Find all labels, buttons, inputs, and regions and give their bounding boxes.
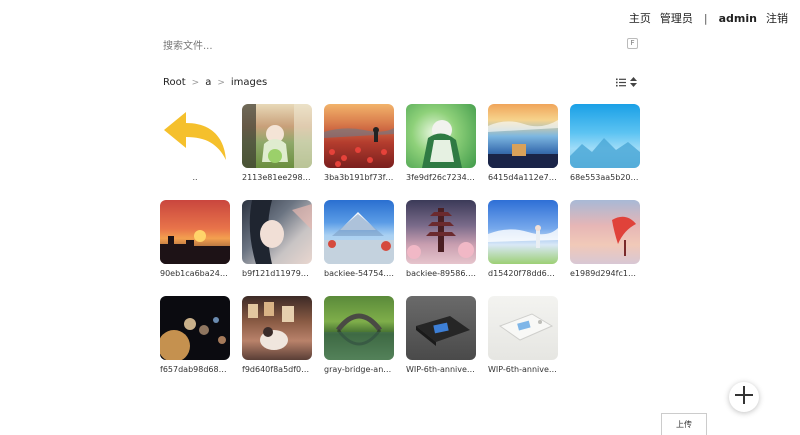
file-item-parent[interactable]: .. (160, 104, 230, 182)
list-icon[interactable] (616, 78, 626, 87)
breadcrumb-root[interactable]: Root (163, 77, 186, 88)
image-thumbnail (242, 296, 312, 360)
nav-separator: | (703, 11, 708, 25)
nav-home-link[interactable]: 主页 (629, 10, 651, 26)
file-item[interactable]: gray-bridge-and-t... (324, 296, 394, 374)
image-thumbnail (570, 104, 640, 168)
file-name: 90eb1ca6ba248e... (160, 269, 230, 278)
image-thumbnail (406, 200, 476, 264)
breadcrumb-separator: > (191, 77, 200, 88)
file-name: d15420f78dd664... (488, 269, 558, 278)
file-item[interactable]: b9f121d119793d8... (242, 200, 312, 278)
image-thumbnail (242, 200, 312, 264)
file-name: 2113e81ee298e7... (242, 173, 312, 182)
view-tools (616, 77, 637, 87)
upload-button[interactable]: 上传 (661, 413, 707, 435)
file-name: 3fe9df26c72345a... (406, 173, 476, 182)
nav-admin-link[interactable]: 管理员 (660, 10, 693, 26)
image-thumbnail (488, 200, 558, 264)
file-name: gray-bridge-and-t... (324, 365, 394, 374)
image-thumbnail (570, 200, 640, 264)
plus-icon (734, 385, 754, 409)
file-item[interactable]: WIP-6th-annivers... (488, 296, 558, 374)
nav-username: admin (718, 11, 757, 25)
file-item[interactable]: 68e553aa5b2087... (570, 104, 640, 182)
file-item[interactable]: f9d640f8a5df0a4... (242, 296, 312, 374)
image-thumbnail (324, 296, 394, 360)
file-name: 68e553aa5b2087... (570, 173, 640, 182)
image-thumbnail (488, 296, 558, 360)
file-item[interactable]: 90eb1ca6ba248e... (160, 200, 230, 278)
file-name: b9f121d119793d8... (242, 269, 312, 278)
file-name: f9d640f8a5df0a4... (242, 365, 312, 374)
breadcrumb-separator: > (217, 77, 225, 88)
file-name: WIP-6th-annivers... (488, 365, 558, 374)
file-item[interactable]: WIP-6th-annivers... (406, 296, 476, 374)
add-button[interactable] (729, 382, 759, 412)
breadcrumb-images[interactable]: images (231, 77, 267, 88)
search-shortcut-key: F (627, 38, 638, 49)
image-thumbnail (160, 296, 230, 360)
file-item[interactable]: d15420f78dd664... (488, 200, 558, 278)
image-thumbnail (324, 200, 394, 264)
file-name: backiee-54754.jpg (324, 269, 394, 278)
image-thumbnail (406, 104, 476, 168)
breadcrumb-a[interactable]: a (205, 77, 211, 88)
file-name: WIP-6th-annivers... (406, 365, 476, 374)
top-nav: 主页 管理员 | admin 注销 (620, 10, 788, 26)
file-item[interactable]: f657dab98d6885... (160, 296, 230, 374)
image-thumbnail (324, 104, 394, 168)
file-item[interactable]: e1989d294fc19e... (570, 200, 640, 278)
file-item[interactable]: 6415d4a112e764... (488, 104, 558, 182)
image-thumbnail (242, 104, 312, 168)
file-name: 3ba3b191bf73fda... (324, 173, 394, 182)
back-arrow-icon (160, 104, 230, 168)
nav-logout-link[interactable]: 注销 (766, 10, 788, 26)
image-thumbnail (406, 296, 476, 360)
file-name: .. (192, 173, 198, 182)
breadcrumb: Root > a > images (163, 77, 267, 88)
sort-icon[interactable] (630, 77, 637, 87)
file-item[interactable]: backiee-89586.jpg (406, 200, 476, 278)
file-name: 6415d4a112e764... (488, 173, 558, 182)
file-item[interactable]: backiee-54754.jpg (324, 200, 394, 278)
file-item[interactable]: 2113e81ee298e7... (242, 104, 312, 182)
file-item[interactable]: 3ba3b191bf73fda... (324, 104, 394, 182)
file-name: f657dab98d6885... (160, 365, 230, 374)
image-thumbnail (160, 200, 230, 264)
image-thumbnail (488, 104, 558, 168)
search-bar: F (160, 34, 640, 57)
file-name: e1989d294fc19e... (570, 269, 640, 278)
file-item[interactable]: 3fe9df26c72345a... (406, 104, 476, 182)
file-name: backiee-89586.jpg (406, 269, 476, 278)
search-input[interactable] (160, 36, 600, 57)
